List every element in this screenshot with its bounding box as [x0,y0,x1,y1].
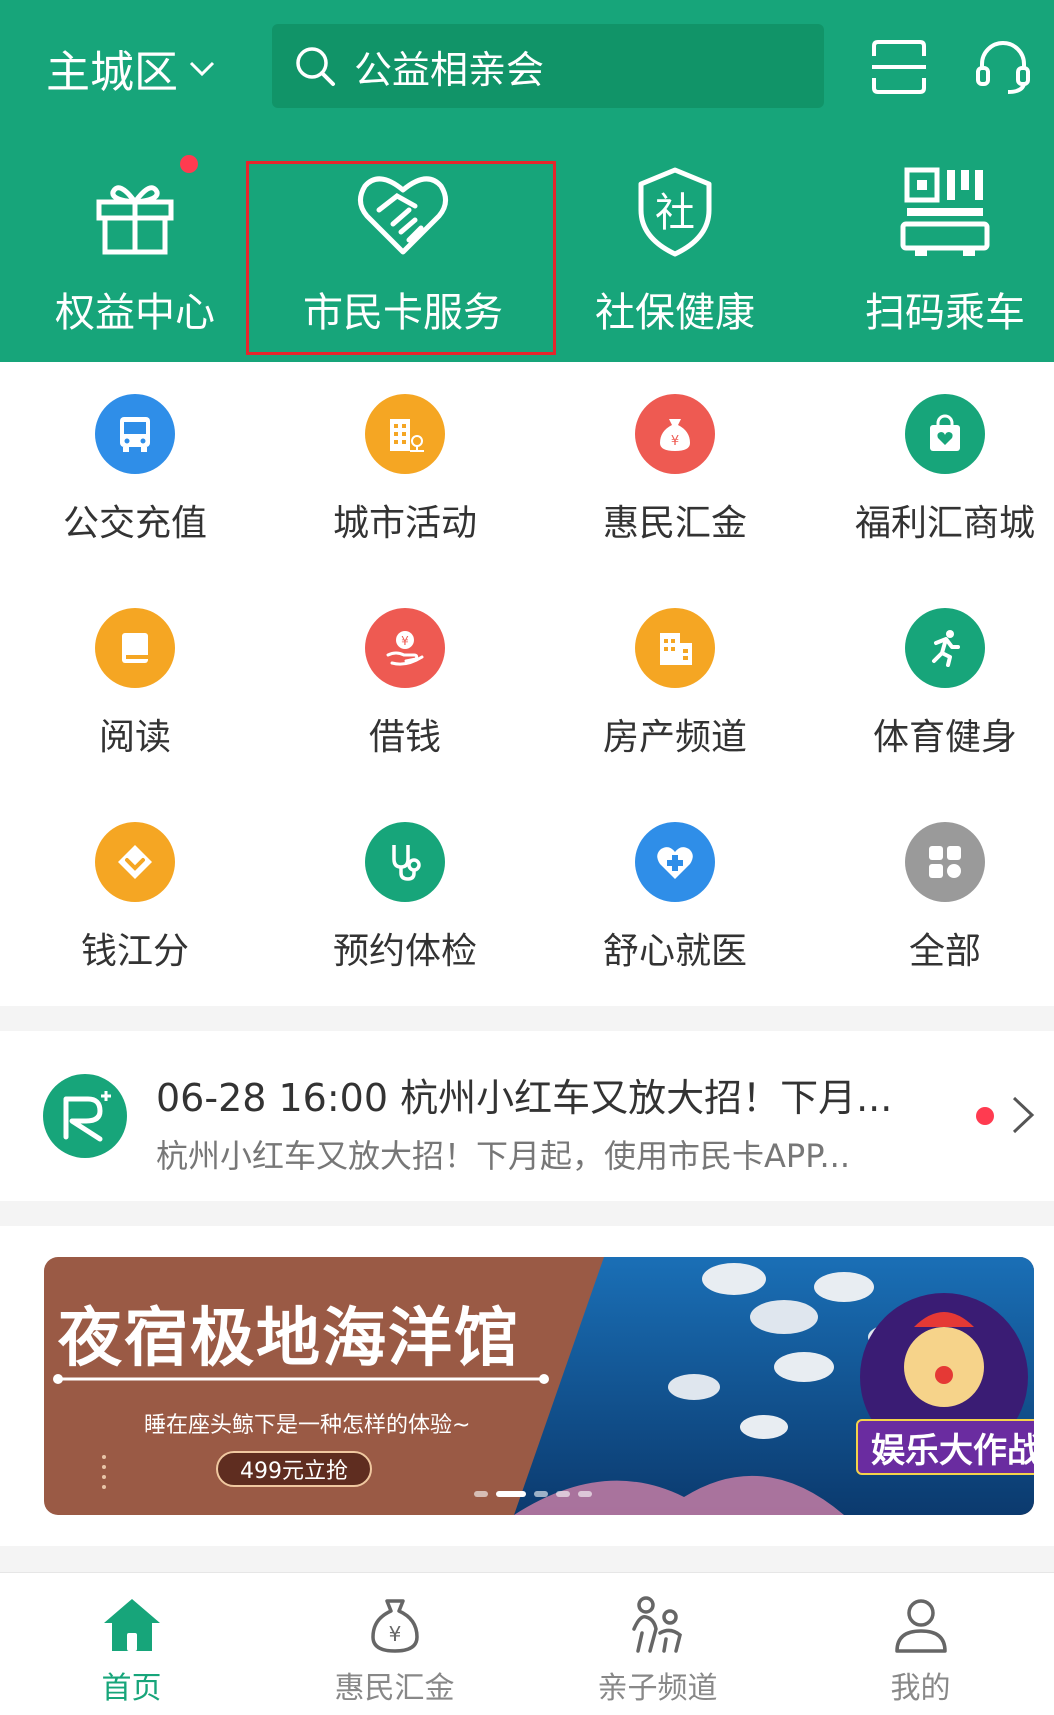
search-placeholder: 公益相亲会 [354,47,545,92]
carousel-indicator [474,1491,592,1497]
service-label: 舒心就医 [602,931,747,972]
quick-action-citizen-card[interactable]: 市民卡服务 [268,150,538,350]
money-bag-icon: ¥ [635,394,715,474]
building-icon [365,394,445,474]
diamond-icon [95,822,175,902]
quick-action-label: 社保健康 [595,290,755,336]
service-reading[interactable]: 阅读 [0,608,270,760]
service-sports[interactable]: 体育健身 [810,608,1054,760]
service-loan[interactable]: ¥ 借钱 [270,608,540,760]
service-city-activity[interactable]: 城市活动 [270,394,540,546]
tab-label: 亲子频道 [597,1671,718,1706]
qr-scan-icon [900,167,990,256]
service-label: 惠民汇金 [602,503,747,544]
tab-label: 惠民汇金 [334,1671,455,1706]
tab-family[interactable]: 亲子频道 [526,1573,789,1715]
tab-huimin-fund[interactable]: ¥ 惠民汇金 [263,1573,526,1715]
service-label: 体育健身 [872,717,1017,758]
headset-icon[interactable] [972,36,1034,98]
carousel-dot [578,1491,592,1497]
search-input[interactable]: 公益相亲会 [272,24,824,108]
service-all[interactable]: 全部 [810,822,1054,974]
notice-card[interactable]: 06-28 16:00 杭州小红车又放大招！下月... 杭州小红车又放大招！下月… [0,1031,1054,1201]
book-icon [95,608,175,688]
bus-icon [95,394,175,474]
service-real-estate[interactable]: 房产频道 [540,608,810,760]
banner-title: 夜宿极地海洋馆 [58,1301,520,1376]
service-welfare-mall[interactable]: 福利汇商城 [810,394,1054,546]
banner-buy-button[interactable]: 499元立抢 [216,1451,372,1487]
notice-subtitle: 杭州小红车又放大招！下月起，使用市民卡APP... [156,1137,851,1175]
tab-mine[interactable]: 我的 [789,1573,1052,1715]
svg-text:¥: ¥ [671,434,679,449]
chevron-right-icon[interactable] [1008,1094,1038,1136]
notification-dot [180,155,198,173]
home-icon [103,1599,160,1651]
service-label: 房产频道 [602,717,747,758]
family-icon [631,1596,682,1653]
service-label: 全部 [908,931,981,972]
scan-icon[interactable] [868,36,930,98]
city-label: 主城区 [46,47,178,98]
city-selector[interactable]: 主城区 [46,40,216,98]
service-label: 钱江分 [80,931,189,972]
carousel-dot [474,1491,488,1497]
service-label: 阅读 [98,717,171,758]
service-qianjiang-score[interactable]: 钱江分 [0,822,270,974]
medical-heart-icon [635,822,715,902]
quick-action-label: 扫码乘车 [865,290,1025,336]
service-health-checkup[interactable]: 预约体检 [270,822,540,974]
app-header: 主城区 公益相亲会 权益中心 市民卡服务 社 社保健康 扫码乘车 [0,0,1054,362]
quick-action-social-security[interactable]: 社 社保健康 [540,150,810,350]
carousel-dot [556,1491,570,1497]
grid-icon [905,822,985,902]
quick-action-label: 权益中心 [55,290,215,336]
service-huimin-fund[interactable]: ¥ 惠民汇金 [540,394,810,546]
svg-text:社: 社 [655,190,695,236]
service-label: 公交充值 [62,503,207,544]
tab-home[interactable]: 首页 [0,1573,263,1715]
gift-icon [96,185,174,255]
services-grid: 公交充值 城市活动 ¥ 惠民汇金 福利汇商城 阅读 ¥ 借钱 房产频道 体育健身… [0,362,1054,1006]
money-bag-icon: ¥ [370,1599,419,1653]
carousel-dot [496,1491,526,1497]
loan-hand-icon: ¥ [365,608,445,688]
svg-text:¥: ¥ [401,634,409,648]
search-icon [296,47,335,86]
service-bus-recharge[interactable]: 公交充值 [0,394,270,546]
shield-icon: 社 [638,167,712,257]
notice-title: 06-28 16:00 杭州小红车又放大招！下月... [156,1076,893,1120]
handshake-heart-icon [358,176,448,255]
chevron-down-icon [189,61,215,77]
stethoscope-icon [365,822,445,902]
user-icon [894,1599,947,1653]
service-label: 城市活动 [332,503,477,544]
service-medical-care[interactable]: 舒心就医 [540,822,810,974]
promo-banner[interactable]: 夜宿极地海洋馆 睡在座头鲸下是一种怎样的体验~ 499元立抢 娱乐大作战 [44,1257,1034,1515]
tab-label: 首页 [101,1671,162,1706]
quick-action-scan-ride[interactable]: 扫码乘车 [810,150,1054,350]
service-label: 预约体检 [332,931,477,972]
news-logo-icon [43,1074,127,1158]
bottom-nav: 首页 ¥ 惠民汇金 亲子频道 我的 [0,1572,1054,1715]
banner-subtitle: 睡在座头鲸下是一种怎样的体验~ [144,1413,471,1438]
running-icon [905,608,985,688]
carousel-dot [534,1491,548,1497]
banner-badge: 娱乐大作战 [856,1419,1034,1475]
buildings-icon [635,608,715,688]
unread-dot [976,1107,994,1125]
quick-action-label: 市民卡服务 [303,290,503,336]
service-label: 借钱 [368,717,441,758]
quick-action-benefits[interactable]: 权益中心 [0,150,270,350]
service-label: 福利汇商城 [854,503,1035,544]
tab-label: 我的 [890,1671,951,1706]
shopping-bag-icon [905,394,985,474]
svg-text:¥: ¥ [388,1622,401,1646]
